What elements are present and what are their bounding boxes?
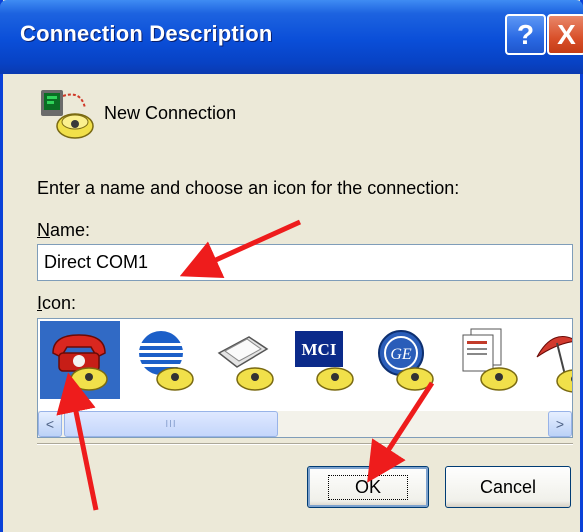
red-phone-icon[interactable] <box>40 321 120 399</box>
connection-phone-icon <box>41 90 94 139</box>
icon-list[interactable]: MCI GE < III > <box>37 318 573 438</box>
ok-button[interactable]: OK <box>307 466 429 508</box>
svg-text:GE: GE <box>390 346 412 363</box>
globe-phone-icon[interactable] <box>126 321 206 399</box>
scroll-left-button[interactable]: < <box>38 411 62 437</box>
grip-icon: III <box>165 418 177 430</box>
documents-phone-icon[interactable] <box>446 321 526 399</box>
ge-phone-icon[interactable]: GE <box>366 321 446 399</box>
help-button[interactable]: ? <box>505 14 546 55</box>
horizontal-scrollbar[interactable]: < III > <box>38 411 572 437</box>
close-button[interactable]: X <box>547 14 583 55</box>
fax-phone-icon[interactable] <box>206 321 286 399</box>
icon-label: Icon: <box>37 293 77 313</box>
name-input[interactable] <box>37 244 573 281</box>
dialog-window: Connection Description ? X New Connectio… <box>0 0 583 532</box>
umbrella-phone-icon[interactable] <box>526 321 572 399</box>
connection-header-label: New Connection <box>104 103 237 123</box>
scroll-right-button[interactable]: > <box>548 411 572 437</box>
cancel-button-label: Cancel <box>479 476 537 497</box>
mci-phone-icon[interactable]: MCI <box>286 321 366 399</box>
separator <box>37 443 573 445</box>
chevron-right-icon: > <box>555 416 565 432</box>
window-title: Connection Description <box>20 21 273 46</box>
svg-text:MCI: MCI <box>302 340 337 359</box>
title-bar[interactable]: Connection Description ? X <box>0 0 583 74</box>
cancel-button[interactable]: Cancel <box>445 466 571 508</box>
ok-button-label: OK <box>327 474 408 500</box>
name-label: Name: <box>37 220 91 240</box>
chevron-left-icon: < <box>45 416 55 432</box>
instruction-text: Enter a name and choose an icon for the … <box>37 178 460 198</box>
scroll-thumb[interactable]: III <box>64 411 278 437</box>
close-icon: X <box>557 18 576 50</box>
help-icon: ? <box>516 18 535 50</box>
